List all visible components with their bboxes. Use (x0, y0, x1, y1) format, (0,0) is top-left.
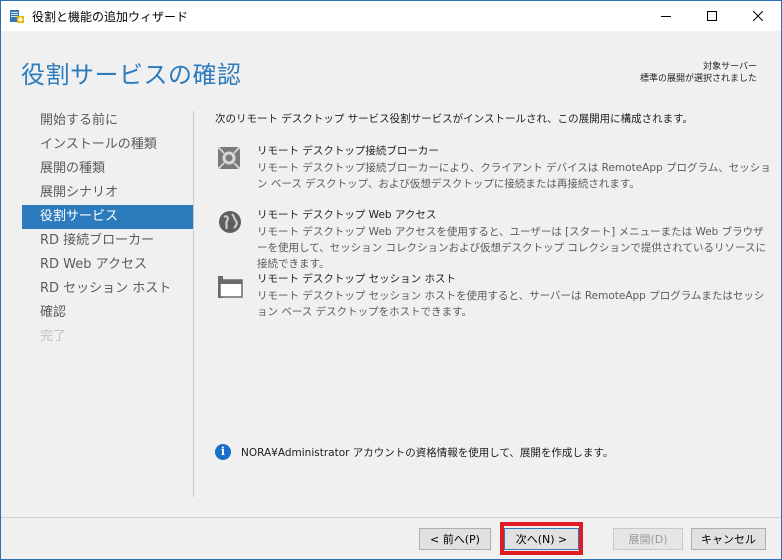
maximize-icon (707, 11, 717, 21)
intro-text: 次のリモート デスクトップ サービス役割サービスがインストールされ、この展開用に… (215, 113, 694, 125)
role-services-content: 次のリモート デスクトップ サービス役割サービスがインストールされ、この展開用に… (215, 111, 771, 318)
close-icon (753, 11, 763, 21)
nav-step-installation-type[interactable]: インストールの種類 (22, 133, 193, 157)
nav-step-role-services[interactable]: 役割サービス (22, 205, 193, 229)
page-title: 役割サービスの確認 (21, 61, 242, 89)
nav-step-confirmation[interactable]: 確認 (22, 301, 193, 325)
credentials-info: i NORA¥Administrator アカウントの資格情報を使用して、展開を… (215, 444, 765, 462)
next-button-highlight (500, 522, 583, 555)
nav-step-before-you-begin[interactable]: 開始する前に (22, 109, 193, 133)
nav-divider (193, 111, 194, 497)
minimize-button[interactable] (643, 1, 689, 31)
info-icon: i (215, 444, 231, 460)
nav-step-rd-connection-broker[interactable]: RD 接続ブローカー (22, 229, 193, 253)
close-button[interactable] (735, 1, 781, 31)
wizard-window: 役割と機能の追加ウィザード 役割サービスの確認 対象サーバー 標準の展開が選択さ… (0, 0, 782, 560)
wizard-step-nav: 開始する前に インストールの種類 展開の種類 展開シナリオ 役割サービス RD … (22, 109, 193, 349)
previous-button[interactable]: < 前へ(P) (419, 528, 491, 550)
info-text: NORA¥Administrator アカウントの資格情報を使用して、展開を作成… (241, 447, 614, 459)
service-description: リモート デスクトップ Web アクセスを使用すると、ユーザーは [スタート] … (257, 226, 766, 270)
minimize-icon (661, 16, 671, 17)
deploy-button: 展開(D) (613, 528, 683, 550)
cancel-button[interactable]: キャンセル (691, 528, 766, 550)
nav-step-deployment-scenario[interactable]: 展開シナリオ (22, 181, 193, 205)
service-title: リモート デスクトップ セッション ホスト (257, 273, 457, 285)
nav-step-deployment-type[interactable]: 展開の種類 (22, 157, 193, 181)
target-server-status: 標準の展開が選択されました (639, 74, 757, 84)
connection-broker-icon (215, 143, 245, 173)
maximize-button[interactable] (689, 1, 735, 31)
session-host-icon (215, 271, 245, 301)
nav-step-completion: 完了 (40, 329, 67, 344)
service-title: リモート デスクトップ接続ブローカー (257, 145, 439, 157)
nav-step-rd-web-access[interactable]: RD Web アクセス (22, 253, 193, 277)
server-manager-icon (9, 8, 25, 24)
service-description: リモート デスクトップ接続ブローカーにより、クライアント デバイスは Remot… (257, 162, 771, 190)
service-title: リモート デスクトップ Web アクセス (257, 209, 437, 221)
service-description: リモート デスクトップ セッション ホストを使用すると、サーバーは Remote… (257, 290, 765, 318)
nav-step-rd-session-host[interactable]: RD セッション ホスト (22, 277, 193, 301)
window-title: 役割と機能の追加ウィザード (32, 10, 189, 24)
wizard-header: 役割サービスの確認 対象サーバー 標準の展開が選択されました (1, 31, 781, 97)
title-bar: 役割と機能の追加ウィザード (1, 1, 781, 31)
web-access-globe-icon (215, 207, 245, 237)
footer-divider (1, 517, 781, 518)
